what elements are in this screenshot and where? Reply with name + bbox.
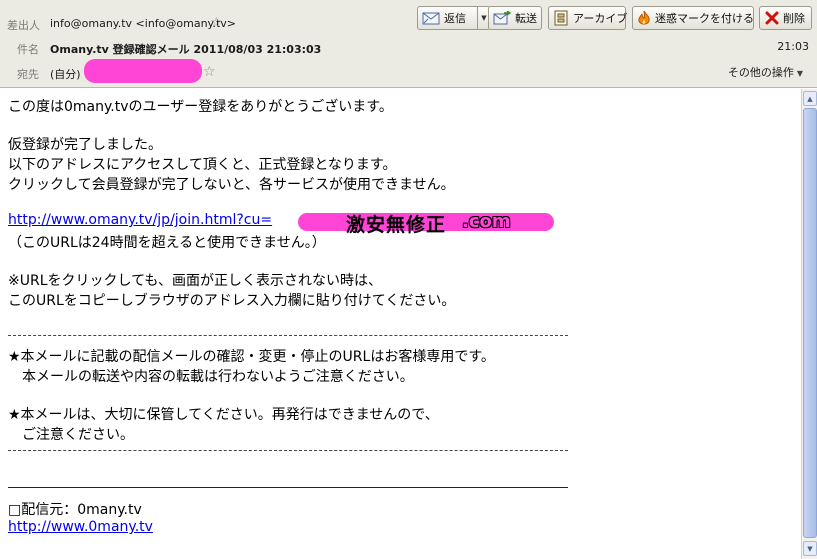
scroll-thumb[interactable] [803, 108, 817, 538]
body-line: （このURLは24時間を超えると使用できません。） [8, 235, 326, 251]
message-header: 差出人 info@omany.tv <info@omany.tv> ☆ 件名 O… [0, 0, 817, 88]
more-actions-menu[interactable]: その他の操作 ▼ [728, 64, 803, 80]
divider [8, 335, 568, 336]
sender-link[interactable]: http://www.0many.tv [8, 519, 153, 535]
archive-box-icon [553, 10, 569, 26]
subject-label: 件名 [17, 43, 39, 56]
body-line: この度は0many.tvのユーザー登録をありがとうございます。 [8, 99, 393, 115]
body-line: 仮登録が完了しました。 [8, 137, 162, 153]
scroll-down-button[interactable]: ▼ [803, 541, 817, 556]
archive-button[interactable]: アーカイブ [548, 6, 628, 30]
message-time: 21:03 [777, 40, 809, 53]
delete-label: 削除 [783, 12, 805, 25]
body-line: 以下のアドレスにアクセスして頂くと、正式登録となります。 [8, 157, 397, 173]
body-line: 本メールの転送や内容の転載は行わないようご注意ください。 [8, 369, 414, 385]
from-address[interactable]: info@omany.tv <info@omany.tv> [50, 17, 236, 30]
body-line: ※URLをクリックしても、画面が正しく表示されない時は、 [8, 273, 382, 289]
triangle-up-icon: ▲ [807, 94, 813, 103]
redaction-mark [84, 59, 202, 83]
delete-x-icon [764, 10, 779, 26]
vertical-scrollbar[interactable]: ▲ ▼ [801, 89, 817, 559]
more-actions-label: その他の操作 [727, 66, 794, 79]
body-line: ★本メールに記載の配信メールの確認・変更・停止のURLはお客様専用です。 [8, 349, 495, 365]
delete-button[interactable]: 削除 [759, 6, 812, 30]
body-line: クリックして会員登録が完了しないと、各サービスが使用できません。 [8, 177, 455, 193]
chevron-down-icon: ▼ [796, 69, 803, 78]
watermark-domain: .com [462, 211, 511, 232]
scroll-up-button[interactable]: ▲ [803, 91, 817, 106]
mark-junk-label: 迷惑マークを付ける [655, 12, 754, 25]
reply-label: 返信 [444, 12, 466, 25]
to-label: 宛先 [17, 68, 39, 81]
subject-text: Omany.tv 登録確認メール 2011/08/03 21:03:03 [50, 43, 322, 56]
watermark-text: 激安無修正 [346, 214, 447, 236]
to-address[interactable]: (自分) [50, 66, 81, 82]
envelope-forward-icon [493, 10, 511, 26]
star-icon[interactable]: ☆ [210, 16, 223, 30]
body-line: ご注意ください。 [8, 427, 134, 443]
body-line: ★本メールは、大切に保管してください。再発行はできませんので、 [8, 407, 439, 423]
divider [8, 487, 568, 488]
fire-icon [637, 10, 651, 26]
sender-line: □配信元：0many.tv [8, 502, 142, 518]
triangle-down-icon: ▼ [807, 544, 813, 553]
message-body: この度は0many.tvのユーザー登録をありがとうございます。 仮登録が完了しま… [0, 89, 801, 559]
divider [8, 450, 568, 451]
envelope-reply-icon [422, 10, 440, 26]
forward-label: 転送 [515, 12, 537, 25]
registration-link[interactable]: http://www.omany.tv/jp/join.html?cu= [8, 212, 272, 228]
watermark-stamp: 激安無修正 .com [298, 210, 554, 236]
body-line: このURLをコピーしブラウザのアドレス入力欄に貼り付けてください。 [8, 293, 456, 309]
mark-junk-button[interactable]: 迷惑マークを付ける [632, 6, 754, 30]
archive-label: アーカイブ [573, 12, 628, 25]
forward-button[interactable]: 転送 [488, 6, 542, 30]
chevron-down-icon: ▼ [481, 14, 487, 22]
star-icon[interactable]: ☆ [203, 65, 216, 79]
reply-button[interactable]: 返信 [417, 6, 478, 30]
from-label: 差出人 [7, 19, 40, 32]
